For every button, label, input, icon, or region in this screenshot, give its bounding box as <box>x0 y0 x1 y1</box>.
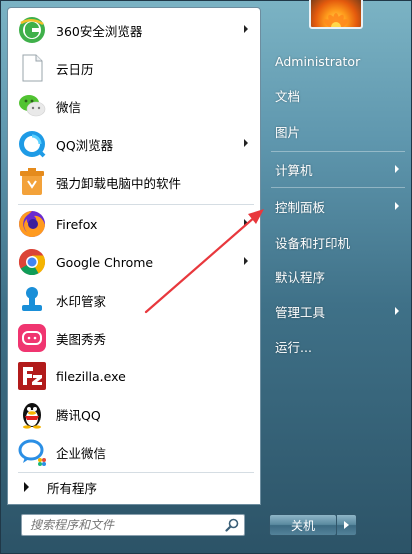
program-label: 企业微信 <box>56 445 107 461</box>
right-item-label: 计算机 <box>275 162 313 178</box>
right-item-label: 运行... <box>275 339 312 355</box>
right-item-run[interactable]: 运行... <box>269 334 407 358</box>
program-item-filezilla[interactable]: filezilla.exe <box>12 358 256 394</box>
program-item-uninstaller[interactable]: 强力卸载电脑中的软件 <box>12 164 256 200</box>
submenu-arrow-icon <box>395 307 399 315</box>
expand-arrow-icon <box>24 482 29 492</box>
start-menu: 360安全浏览器 云日历 微信 QQ浏览器 强力卸载电脑中的软件 Firefox… <box>0 0 412 554</box>
program-item-wechat[interactable]: 微信 <box>12 88 256 124</box>
right-divider <box>271 187 405 188</box>
right-item-label: 文档 <box>275 88 301 104</box>
user-name-link[interactable]: Administrator <box>269 49 407 73</box>
filezilla-icon <box>16 360 48 392</box>
search-box[interactable] <box>21 514 245 536</box>
right-item-label: 管理工具 <box>275 304 326 320</box>
program-label: filezilla.exe <box>56 368 126 384</box>
uninstaller-icon <box>16 166 48 198</box>
program-label: Firefox <box>56 216 98 232</box>
submenu-arrow-icon <box>244 139 248 147</box>
chevron-right-icon <box>344 521 349 529</box>
program-item-firefox[interactable]: Firefox <box>12 206 256 242</box>
all-programs-divider <box>18 472 254 473</box>
program-item-tencent-qq[interactable]: 腾讯QQ <box>12 396 256 432</box>
qq-browser-icon <box>16 128 48 160</box>
right-item-computer[interactable]: 计算机 <box>269 157 407 181</box>
program-label: Google Chrome <box>56 254 154 270</box>
submenu-arrow-icon <box>395 202 399 210</box>
search-icon[interactable] <box>225 518 239 532</box>
program-label: 水印管家 <box>56 293 107 309</box>
submenu-arrow-icon <box>244 219 248 227</box>
meitu-icon <box>16 322 48 354</box>
pinned-divider <box>18 204 254 205</box>
submenu-arrow-icon <box>244 25 248 33</box>
firefox-icon <box>16 208 48 240</box>
program-item-watermark-manager[interactable]: 水印管家 <box>12 282 256 318</box>
right-item-label: 图片 <box>275 124 301 140</box>
shutdown-button[interactable]: 关机 <box>269 514 337 536</box>
program-label: 强力卸载电脑中的软件 <box>56 175 182 191</box>
program-label: 微信 <box>56 99 82 115</box>
user-name: Administrator <box>275 53 361 69</box>
360-browser-icon <box>16 14 48 46</box>
program-label: 云日历 <box>56 61 94 77</box>
program-item-wecom[interactable]: 企业微信 <box>12 434 256 470</box>
program-label: 360安全浏览器 <box>56 23 143 39</box>
shutdown-options-button[interactable] <box>337 514 357 536</box>
right-item-pictures[interactable]: 图片 <box>269 119 407 143</box>
program-label: QQ浏览器 <box>56 137 114 153</box>
right-item-label: 设备和打印机 <box>275 235 351 251</box>
all-programs-label: 所有程序 <box>47 480 98 496</box>
program-item-360-browser[interactable]: 360安全浏览器 <box>12 12 256 48</box>
right-item-default-programs[interactable]: 默认程序 <box>269 264 407 288</box>
program-label: 美图秀秀 <box>56 331 107 347</box>
submenu-arrow-icon <box>244 257 248 265</box>
submenu-arrow-icon <box>395 165 399 173</box>
program-list-pane: 360安全浏览器 云日历 微信 QQ浏览器 强力卸载电脑中的软件 Firefox… <box>7 7 261 505</box>
qq-penguin-icon <box>16 398 48 430</box>
program-label: 腾讯QQ <box>56 407 101 423</box>
right-item-documents[interactable]: 文档 <box>269 83 407 107</box>
right-item-devices-printers[interactable]: 设备和打印机 <box>269 230 407 254</box>
blank-document-icon <box>16 52 48 84</box>
program-item-meitu[interactable]: 美图秀秀 <box>12 320 256 356</box>
right-item-control-panel[interactable]: 控制面板 <box>269 194 407 218</box>
watermark-icon <box>16 284 48 316</box>
right-item-admin-tools[interactable]: 管理工具 <box>269 299 407 323</box>
right-divider <box>271 151 405 152</box>
shutdown-label: 关机 <box>290 518 315 533</box>
right-item-label: 控制面板 <box>275 199 326 215</box>
wechat-icon <box>16 90 48 122</box>
search-input[interactable] <box>28 517 222 533</box>
program-item-calendar[interactable]: 云日历 <box>12 50 256 86</box>
user-avatar[interactable] <box>309 0 363 29</box>
chrome-icon <box>16 246 48 278</box>
program-item-google-chrome[interactable]: Google Chrome <box>12 244 256 280</box>
wecom-icon <box>16 436 48 468</box>
program-item-qq-browser[interactable]: QQ浏览器 <box>12 126 256 162</box>
right-item-label: 默认程序 <box>275 269 326 285</box>
all-programs-button[interactable]: 所有程序 <box>12 474 256 500</box>
